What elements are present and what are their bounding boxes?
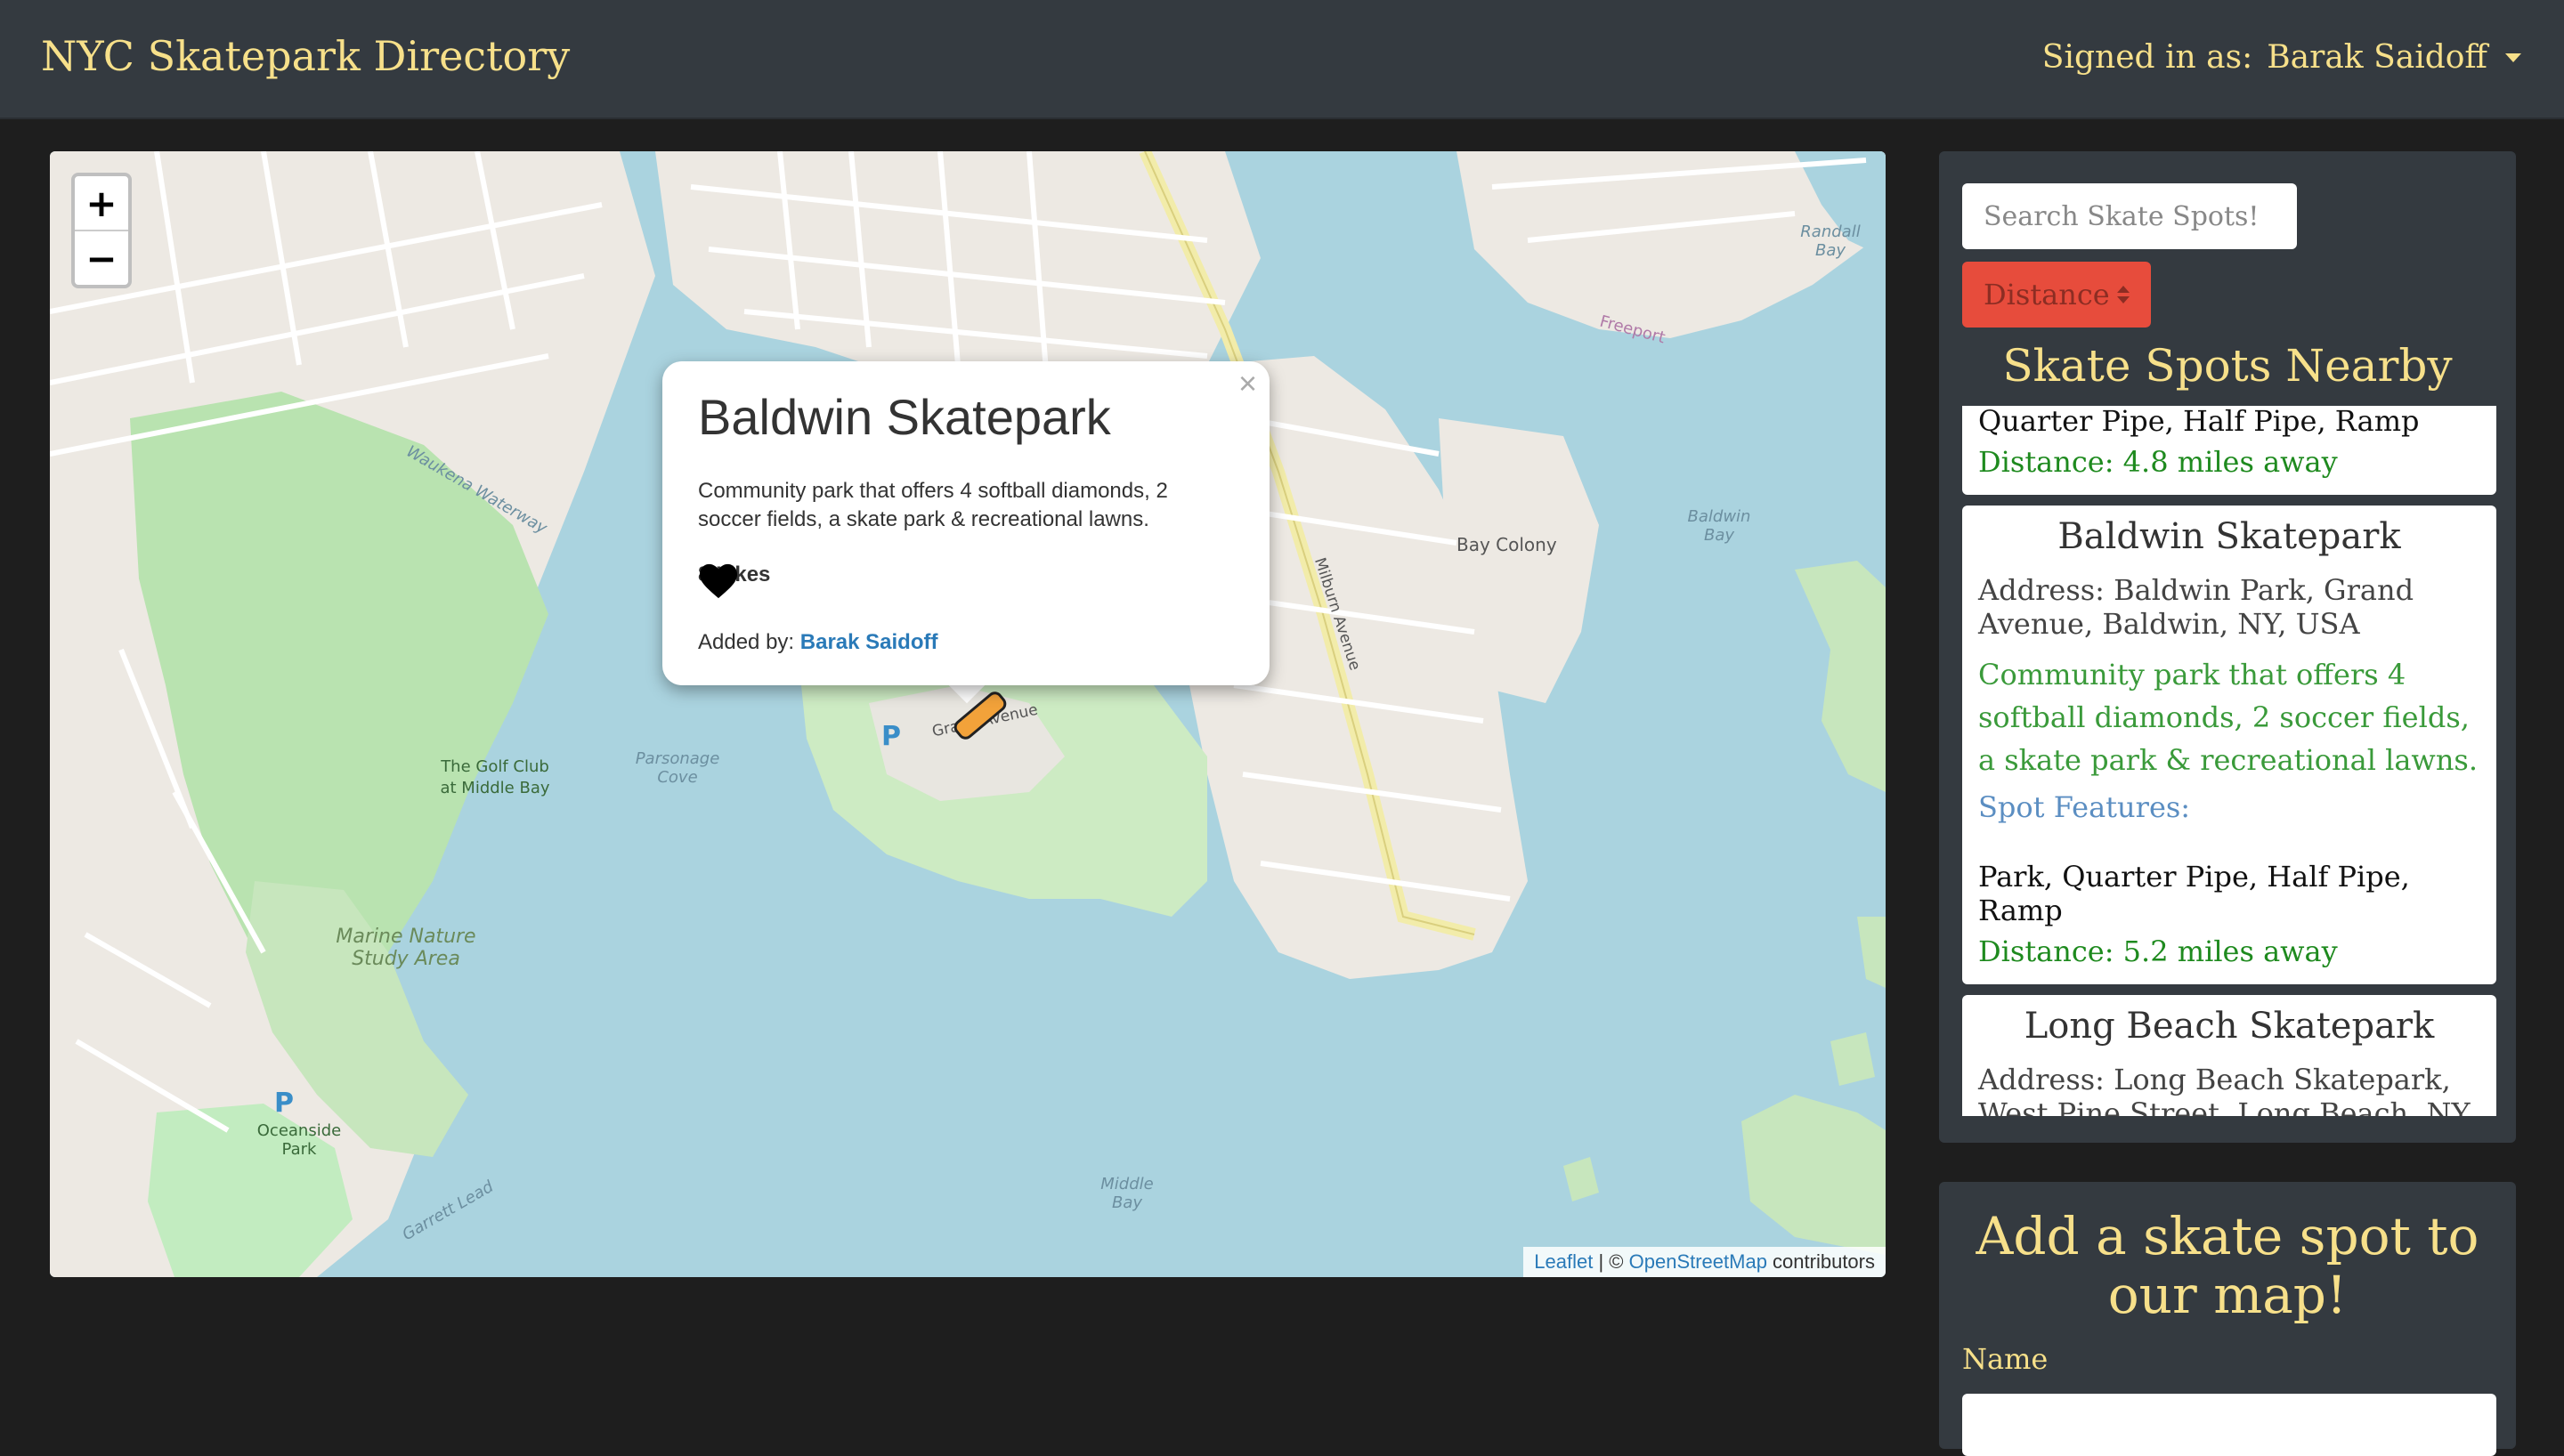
zoom-out-button[interactable]: − — [75, 231, 128, 285]
map-attribution: Leaflet | © OpenStreetMap contributors — [1523, 1247, 1886, 1277]
parking-icon: P — [881, 721, 901, 752]
add-spot-panel: Add a skate spot to our map! Name — [1939, 1182, 2516, 1456]
spot-distance: Distance: 5.2 miles away — [1978, 934, 2338, 968]
spot-description: Community park that offers 4 softball di… — [1978, 658, 2479, 777]
spot-list[interactable]: Quarter Pipe, Half Pipe, Ramp Distance: … — [1962, 406, 2496, 1116]
spot-features-label: Spot Features: — [1978, 790, 2191, 824]
heart-icon[interactable] — [698, 562, 739, 600]
spot-distance: Distance: 4.8 miles away — [1978, 445, 2338, 479]
popup-title: Baldwin Skatepark — [698, 389, 1111, 445]
spot-card[interactable]: Quarter Pipe, Half Pipe, Ramp Distance: … — [1962, 406, 2496, 495]
spot-card[interactable]: Long Beach Skatepark Address: Long Beach… — [1962, 995, 2496, 1116]
attribution-contributors: contributors — [1766, 1250, 1875, 1273]
popup-description: Community park that offers 4 softball di… — [698, 479, 1168, 531]
nearby-title: Skate Spots Nearby — [2002, 340, 2453, 392]
added-by-user-link[interactable]: Barak Saidoff — [800, 630, 938, 654]
added-by-label: Added by: — [698, 630, 795, 654]
name-input[interactable] — [1962, 1394, 2496, 1456]
sort-select-label: Distance — [1984, 278, 2110, 311]
map-label-middle-bay: Middle Bay — [1100, 1175, 1154, 1212]
zoom-in-button[interactable]: + — [75, 176, 128, 231]
map-label-oceanside-park: Oceanside Park — [256, 1121, 342, 1159]
zoom-control: + − — [71, 173, 132, 288]
spot-popup: × Baldwin Skatepark Community park that … — [662, 361, 1270, 685]
user-name[interactable]: Barak Saidoff — [2267, 39, 2487, 76]
sort-icon — [2117, 286, 2130, 303]
map-label-bay-colony: Bay Colony — [1456, 534, 1557, 555]
chevron-down-icon — [2505, 53, 2521, 62]
signed-in-label: Signed in as: — [2041, 39, 2253, 76]
attribution-separator: | © — [1593, 1250, 1629, 1273]
map-label-randall-bay: Randall Bay — [1800, 222, 1861, 260]
spot-card[interactable]: Baldwin Skatepark Address: Baldwin Park,… — [1962, 506, 2496, 984]
popup-likes: 8 Likes — [698, 562, 770, 599]
map-label-golf-club: The Golf Club at Middle Bay — [440, 757, 550, 797]
spot-features: Quarter Pipe, Half Pipe, Ramp — [1978, 406, 2420, 438]
spot-features: Park, Quarter Pipe, Half Pipe, Ramp — [1978, 860, 2410, 927]
osm-link[interactable]: OpenStreetMap — [1629, 1250, 1767, 1273]
spot-address: Address: Baldwin Park, Grand Avenue, Bal… — [1978, 573, 2414, 641]
map-view[interactable]: The Golf Club at Middle Bay Parsonage Co… — [50, 151, 1886, 1277]
parking-icon: P — [274, 1088, 294, 1119]
brand-title[interactable]: NYC Skatepark Directory — [41, 32, 570, 80]
add-spot-title: Add a skate spot to our map! — [1976, 1206, 2479, 1325]
popup-added-by: Added by: Barak Saidoff — [698, 630, 937, 655]
leaflet-link[interactable]: Leaflet — [1534, 1250, 1593, 1273]
map-label-baldwin-bay: Baldwin Bay — [1687, 507, 1751, 545]
search-input[interactable]: Search Skate Spots! — [1962, 183, 2297, 249]
sort-select[interactable]: Distance — [1962, 262, 2151, 328]
spot-address: Address: Long Beach Skatepark, West Pine… — [1978, 1063, 2471, 1116]
popup-close-button[interactable]: × — [1238, 365, 1257, 402]
spot-name: Long Beach Skatepark — [2024, 1006, 2435, 1047]
map-label-parsonage-cove: Parsonage Cove — [635, 749, 720, 787]
user-menu-dropdown[interactable]: Signed in as: Barak Saidoff — [2042, 39, 2521, 76]
map-label-marine-nature: Marine Nature Study Area — [336, 926, 476, 970]
name-label: Name — [1962, 1342, 2049, 1376]
nearby-panel: Search Skate Spots! Distance Skate Spots… — [1939, 151, 2516, 1143]
spot-name: Baldwin Skatepark — [2057, 516, 2401, 557]
navbar: NYC Skatepark Directory Signed in as: Ba… — [0, 0, 2564, 119]
